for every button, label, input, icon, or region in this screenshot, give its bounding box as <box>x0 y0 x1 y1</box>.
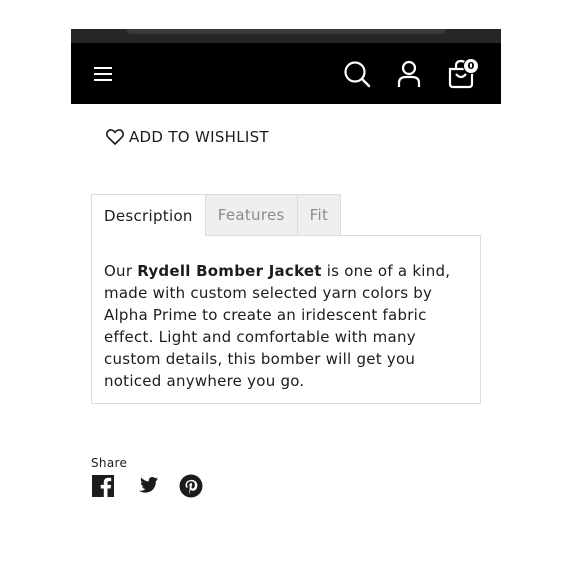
description-body: is one of a kind, made with custom selec… <box>104 262 451 390</box>
heart-icon <box>106 129 124 145</box>
menu-button[interactable] <box>88 59 118 89</box>
tab-description[interactable]: Description <box>91 194 206 236</box>
product-description: Our Rydell Bomber Jacket is one of a kin… <box>104 260 468 392</box>
hamburger-menu-icon <box>94 67 112 81</box>
search-icon <box>344 61 371 88</box>
share-label: Share <box>91 456 128 470</box>
browser-top-bar <box>71 29 501 43</box>
pinterest-icon[interactable] <box>179 474 203 498</box>
user-account-icon <box>397 60 421 87</box>
cart-count-badge: 0 <box>463 58 479 74</box>
add-to-wishlist-link[interactable]: ADD TO WISHLIST <box>106 128 269 146</box>
browser-url-bar-edge <box>126 29 446 34</box>
tab-fit[interactable]: Fit <box>297 194 342 235</box>
site-header: 0 <box>71 43 501 104</box>
share-buttons <box>91 474 203 498</box>
product-name: Rydell Bomber Jacket <box>137 262 322 280</box>
product-tabs: Description Features Fit <box>91 194 342 236</box>
facebook-icon[interactable] <box>91 474 115 498</box>
wishlist-label: ADD TO WISHLIST <box>129 128 269 146</box>
search-button[interactable] <box>342 59 372 89</box>
twitter-icon[interactable] <box>135 474 159 498</box>
account-button[interactable] <box>394 59 424 89</box>
description-panel: Our Rydell Bomber Jacket is one of a kin… <box>91 235 481 404</box>
tab-features[interactable]: Features <box>205 194 298 235</box>
description-lead: Our <box>104 262 138 280</box>
